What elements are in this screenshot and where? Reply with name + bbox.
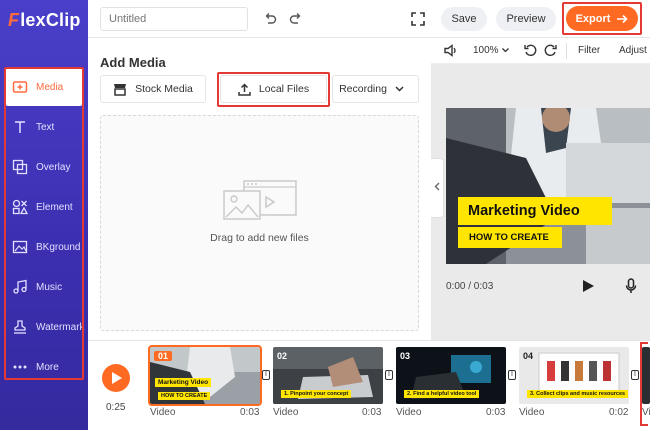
logo-letter: F — [8, 9, 20, 30]
timeline-clip[interactable]: 03 2. Find a helpful video tool — [396, 347, 506, 404]
media-placeholder-icon — [222, 179, 300, 228]
clip-number: 03 — [400, 351, 411, 361]
clip-caption: 3. Collect clips and music resources — [527, 390, 629, 398]
divider — [566, 43, 567, 59]
project-title-input[interactable] — [100, 7, 248, 31]
playback-time: 0:00 / 0:03 — [446, 281, 494, 292]
timeline-clip[interactable]: 04 3. Collect clips and music resources — [519, 347, 629, 404]
undo-icon[interactable] — [261, 10, 279, 28]
clip-caption: HOW TO CREATE — [158, 392, 211, 400]
export-label: Export — [575, 12, 611, 25]
microphone-icon[interactable] — [625, 278, 637, 294]
filter-button[interactable]: Filter — [578, 45, 600, 56]
timeline-clip[interactable]: 01 Marketing Video HOW TO CREATE — [148, 345, 262, 406]
media-panel: Add Media Stock Media Local Files Record… — [88, 38, 431, 340]
clip-label: Video — [519, 407, 545, 418]
panel-title: Add Media — [100, 55, 166, 70]
drop-zone[interactable]: Drag to add new files — [100, 115, 419, 331]
recording-label: Recording — [339, 83, 387, 95]
rotate-left-icon[interactable] — [524, 44, 537, 57]
timeline-clip[interactable]: 02 1. Pinpoint your concept — [273, 347, 383, 404]
clip-caption: 1. Pinpoint your concept — [281, 390, 352, 398]
stock-media-label: Stock Media — [135, 83, 193, 95]
clip-label: Video — [273, 407, 299, 418]
clip-number: 01 — [154, 351, 173, 361]
fullscreen-icon[interactable] — [409, 10, 427, 28]
clip-duration: 0:03 — [486, 407, 506, 418]
transition-icon[interactable]: I — [262, 370, 270, 380]
video-subtitle-overlay: HOW TO CREATE — [458, 227, 562, 248]
sidebar-highlight-box — [4, 67, 84, 380]
timeline-play-button[interactable] — [102, 364, 130, 392]
chevron-down-icon — [502, 48, 510, 53]
redo-icon[interactable] — [287, 10, 305, 28]
store-icon — [113, 83, 135, 96]
clip-number: 04 — [523, 351, 534, 361]
export-button[interactable]: Export — [566, 6, 638, 31]
clip-duration: 0:03 — [240, 407, 260, 418]
logo-text: lexClip — [20, 9, 81, 30]
chevron-down-icon — [395, 86, 412, 92]
timeline-highlight-box — [640, 342, 648, 426]
clip-title: Marketing Video — [155, 378, 212, 387]
clip-label: Video — [150, 407, 176, 418]
transition-icon[interactable]: I — [508, 370, 516, 380]
preview-button[interactable]: Preview — [496, 7, 556, 31]
adjust-button[interactable]: Adjust — [619, 45, 647, 56]
save-button[interactable]: Save — [441, 7, 487, 31]
flexclip-logo[interactable]: FlexClip — [8, 8, 81, 32]
stock-media-tab[interactable]: Stock Media — [100, 75, 206, 103]
volume-icon[interactable] — [444, 44, 458, 57]
collapse-panel-handle[interactable] — [431, 158, 444, 218]
play-icon[interactable] — [582, 279, 595, 293]
sidebar: FlexClip Media Text Overlay Element BKgr… — [0, 0, 88, 430]
preview-toolbar: 100% Filter Adjust — [431, 38, 650, 64]
clip-number: 02 — [277, 351, 288, 361]
clip-duration: 0:03 — [362, 407, 382, 418]
zoom-value: 100% — [473, 45, 499, 56]
transition-icon[interactable]: I — [385, 370, 393, 380]
clip-label: Video — [396, 407, 422, 418]
recording-dropdown[interactable]: Recording — [332, 75, 419, 103]
top-toolbar: Save Preview Export — [88, 0, 650, 38]
video-title-overlay: Marketing Video — [458, 197, 612, 225]
play-icon — [112, 372, 122, 384]
zoom-select[interactable]: 100% — [473, 45, 510, 56]
clip-duration: 0:02 — [609, 407, 629, 418]
transition-icon[interactable]: I — [631, 370, 639, 380]
total-duration: 0:25 — [106, 402, 126, 413]
arrow-right-icon — [617, 14, 629, 24]
clip-caption: 2. Find a helpful video tool — [404, 390, 480, 398]
local-files-highlight-box — [217, 72, 330, 107]
chevron-left-icon — [434, 182, 440, 194]
drop-hint: Drag to add new files — [210, 232, 309, 244]
rotate-right-icon[interactable] — [544, 44, 557, 57]
